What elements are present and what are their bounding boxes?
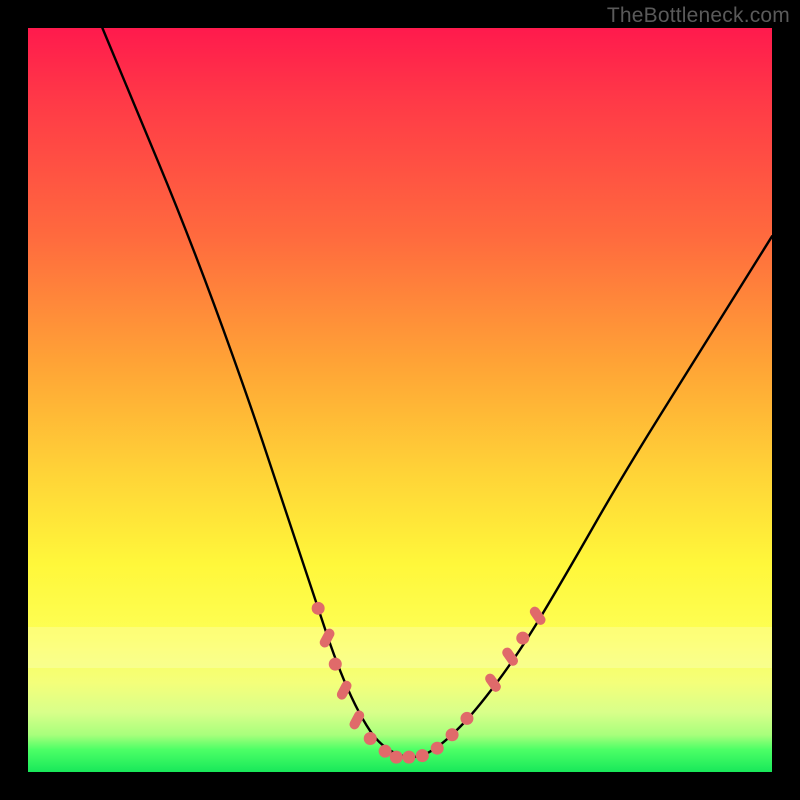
plot-area (28, 28, 772, 772)
marker (364, 732, 377, 745)
chart-frame: TheBottleneck.com (0, 0, 800, 800)
curve-layer (28, 28, 772, 772)
marker (329, 658, 342, 671)
marker (528, 605, 548, 627)
watermark-text: TheBottleneck.com (607, 4, 790, 28)
marker (500, 646, 520, 668)
marker (335, 679, 353, 701)
marker (431, 742, 444, 755)
marker (460, 712, 473, 725)
bottleneck-curve (102, 28, 772, 757)
marker (446, 728, 459, 741)
marker (416, 749, 429, 762)
marker (312, 602, 325, 615)
marker (318, 627, 336, 649)
marker (516, 632, 529, 645)
marker (402, 751, 415, 764)
marker (379, 745, 392, 758)
highlight-dots (312, 602, 548, 764)
marker (483, 672, 503, 694)
marker (390, 751, 403, 764)
